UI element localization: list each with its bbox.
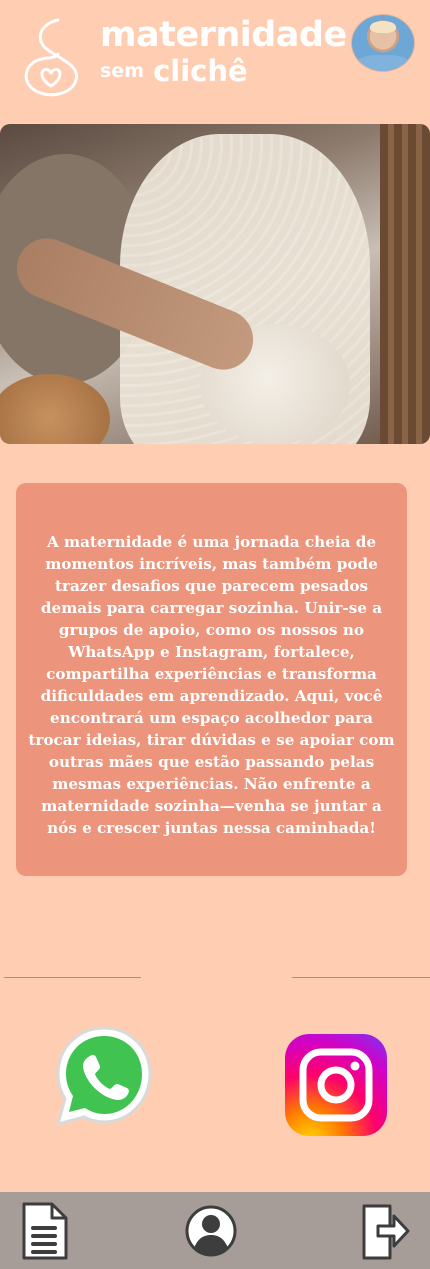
nav-logout-button[interactable] <box>358 1200 412 1262</box>
app-header: maternidade sem clichê <box>0 0 430 110</box>
logo-cliche: clichê <box>153 54 248 88</box>
intro-text: A maternidade é uma jornada cheia de mom… <box>28 533 395 837</box>
logo-icon <box>24 18 79 97</box>
logout-icon <box>362 1204 410 1260</box>
hero-pillow <box>0 374 110 444</box>
logo-title: maternidade <box>100 15 347 55</box>
logo-sem: sem <box>100 60 144 82</box>
divider-right <box>292 977 430 978</box>
intro-card: A maternidade é uma jornada cheia de mom… <box>16 483 407 876</box>
nav-documents-button[interactable] <box>17 1200 71 1262</box>
whatsapp-icon[interactable] <box>52 1024 156 1128</box>
instagram-icon[interactable] <box>285 1034 387 1136</box>
avatar-shirt <box>356 55 410 71</box>
divider-left <box>4 977 141 978</box>
hero-image <box>0 124 430 444</box>
user-avatar[interactable] <box>351 14 415 72</box>
bottom-nav <box>0 1192 430 1269</box>
logo-subtitle: sem clichê <box>100 57 347 86</box>
logo-wordmark: maternidade sem clichê <box>100 18 347 86</box>
hero-wall <box>380 124 430 444</box>
nav-profile-button[interactable] <box>184 1200 238 1262</box>
profile-icon <box>185 1205 237 1257</box>
avatar-hair <box>370 21 396 33</box>
document-icon <box>22 1202 68 1260</box>
